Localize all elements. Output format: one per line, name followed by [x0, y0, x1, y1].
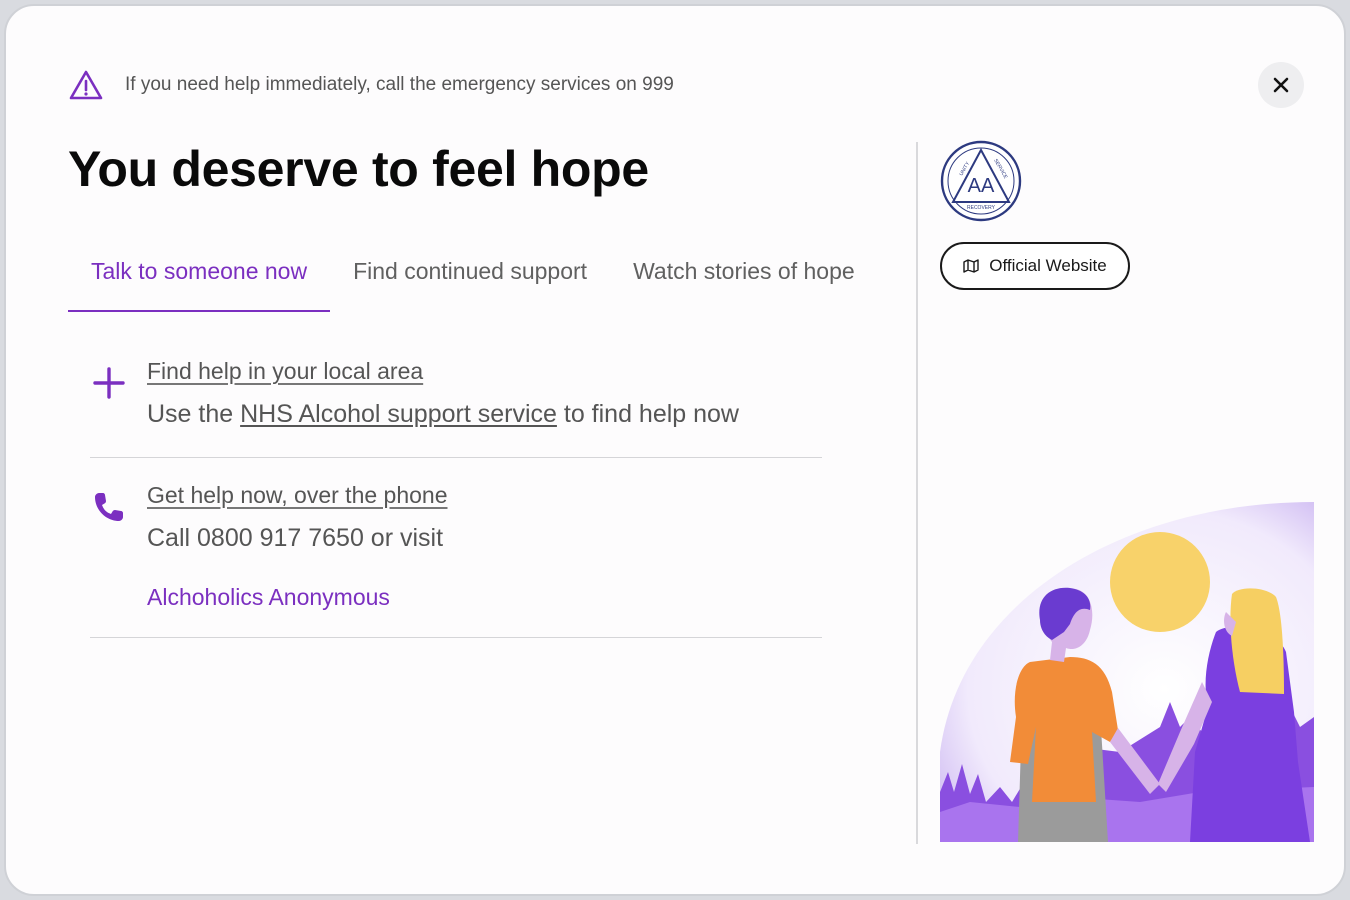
phone-help-description: Call 0800 917 7650 or visit	[147, 524, 444, 552]
close-icon	[1273, 77, 1289, 93]
desc-suffix: to find help now	[556, 400, 739, 428]
nhs-support-link[interactable]: NHS Alcohol support service	[240, 400, 557, 428]
alcoholics-anonymous-link[interactable]: Alchoholics Anonymous	[147, 584, 390, 611]
aa-logo-recovery: RECOVERY	[967, 205, 996, 211]
local-help-item: Find help in your local area Use the NHS…	[90, 358, 822, 458]
close-button[interactable]	[1258, 62, 1304, 108]
hope-illustration	[940, 502, 1314, 842]
tab-find-support[interactable]: Find continued support	[330, 254, 610, 312]
local-help-link[interactable]: Find help in your local area	[147, 358, 423, 385]
column-divider	[916, 142, 918, 844]
emergency-text: If you need help immediately, call the e…	[125, 74, 674, 95]
phone-icon	[95, 493, 123, 521]
aa-logo-icon: AA UNITY SERVICE RECOVERY	[940, 140, 1022, 222]
aa-logo-letters: AA	[968, 175, 995, 197]
tab-watch-stories[interactable]: Watch stories of hope	[610, 254, 878, 312]
tab-bar: Talk to someone now Find continued suppo…	[68, 254, 878, 314]
official-website-button[interactable]: Official Website	[940, 242, 1130, 290]
phone-help-link[interactable]: Get help now, over the phone	[147, 482, 448, 509]
plus-icon	[93, 367, 125, 399]
warning-triangle-icon	[69, 70, 103, 100]
page-title: You deserve to feel hope	[68, 141, 649, 197]
desc-prefix: Use the	[147, 400, 241, 428]
emergency-banner: If you need help immediately, call the e…	[68, 68, 674, 102]
tab-talk-to-someone[interactable]: Talk to someone now	[68, 254, 331, 312]
help-dialog: If you need help immediately, call the e…	[4, 4, 1346, 896]
local-help-description: Use the NHS Alcohol support service to f…	[147, 400, 739, 429]
phone-help-item: Get help now, over the phone Call 0800 9…	[90, 482, 822, 638]
official-website-label: Official Website	[989, 256, 1107, 275]
map-icon	[963, 259, 979, 273]
